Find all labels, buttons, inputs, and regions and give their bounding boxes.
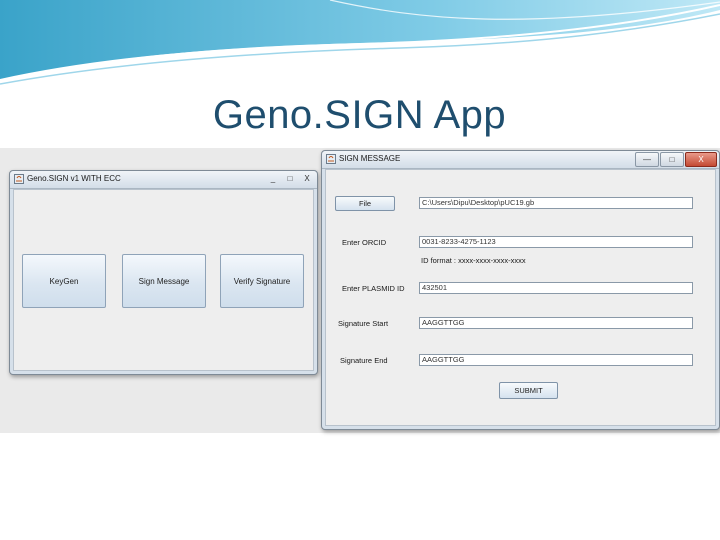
submit-button[interactable]: SUBMIT — [499, 382, 558, 399]
verify-signature-button[interactable]: Verify Signature — [220, 254, 304, 308]
sign-window-title: SIGN MESSAGE — [339, 154, 401, 163]
header-wave-decoration — [0, 0, 720, 85]
orcid-input[interactable]: 0031-8233-4275-1123 — [419, 236, 693, 248]
sign-window-content: File C:\Users\Dipu\Desktop\pUC19.gb Ente… — [325, 169, 716, 426]
plasmid-id-label: Enter PLASMID ID — [342, 284, 405, 293]
close-button[interactable]: X — [685, 152, 717, 167]
main-window-title: Geno.SIGN v1 WITH ECC — [27, 174, 121, 183]
signature-start-input[interactable]: AAGGTTGG — [419, 317, 693, 329]
main-window: Geno.SIGN v1 WITH ECC _ □ X KeyGen Sign … — [9, 170, 318, 375]
maximize-button[interactable]: □ — [660, 152, 684, 167]
signature-end-label: Signature End — [340, 356, 388, 365]
orcid-label: Enter ORCID — [342, 238, 387, 247]
maximize-button[interactable]: □ — [282, 172, 298, 185]
sign-message-window: SIGN MESSAGE — □ X File C:\Users\Dipu\De… — [321, 150, 720, 430]
keygen-button[interactable]: KeyGen — [22, 254, 106, 308]
signature-end-input[interactable]: AAGGTTGG — [419, 354, 693, 366]
slide-title: Geno.SIGN App — [212, 93, 507, 137]
signature-start-label: Signature Start — [338, 319, 389, 328]
close-button[interactable]: X — [299, 172, 315, 185]
java-app-icon — [14, 174, 24, 184]
minimize-button[interactable]: — — [635, 152, 659, 167]
minimize-button[interactable]: _ — [265, 172, 281, 185]
plasmid-id-input[interactable]: 432501 — [419, 282, 693, 294]
sign-window-titlebar[interactable]: SIGN MESSAGE — □ X — [322, 151, 719, 169]
id-format-hint: ID format : xxxx-xxxx-xxxx-xxxx — [421, 256, 526, 265]
java-app-icon — [326, 154, 336, 164]
sign-message-button[interactable]: Sign Message — [122, 254, 206, 308]
main-window-titlebar[interactable]: Geno.SIGN v1 WITH ECC _ □ X — [10, 171, 317, 189]
file-path-field[interactable]: C:\Users\Dipu\Desktop\pUC19.gb — [419, 197, 693, 209]
main-window-content: KeyGen Sign Message Verify Signature — [13, 189, 314, 371]
file-button[interactable]: File — [335, 196, 395, 211]
